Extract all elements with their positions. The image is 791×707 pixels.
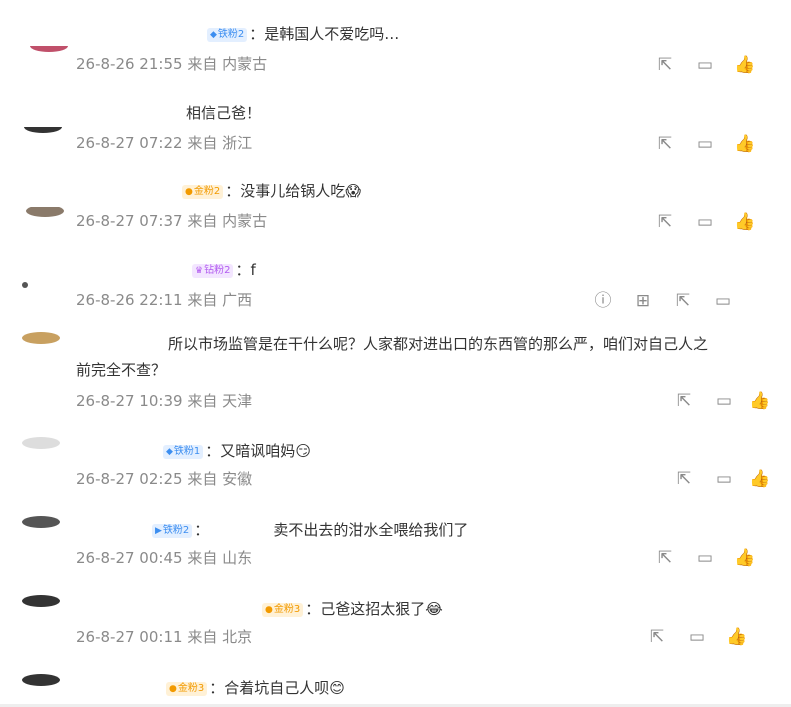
report-icon[interactable]: ⓘ [592, 290, 614, 312]
comment-time: 26-8-27 10:39 [76, 392, 183, 410]
comment-item: ◆铁粉2 ：是韩国人不爱吃吗… 26-8-26 21:55 来自 内蒙古 ⇱ ▭ … [0, 14, 791, 94]
comment-text: ：又暗讽咱妈 [205, 442, 296, 460]
comment-meta: 26-8-27 10:39 来自 天津 [76, 389, 252, 413]
like-icon[interactable]: 👍 [734, 211, 756, 233]
fan-badge[interactable]: ◆铁粉1 [163, 445, 204, 459]
avatar[interactable] [24, 127, 64, 139]
like-icon[interactable]: 👍 [734, 54, 756, 76]
comment-icon[interactable]: ▭ [713, 468, 735, 490]
comment-time: 26-8-26 22:11 [76, 291, 183, 309]
share-icon[interactable]: ⇱ [673, 390, 695, 412]
comment-meta: 26-8-27 00:45 来自 山东 [76, 546, 252, 570]
comment-source: 来自 天津 [187, 392, 253, 410]
comment-source: 来自 内蒙古 [187, 212, 268, 230]
avatar[interactable] [30, 46, 70, 58]
comment-item: ●金粉2 ：没事儿给锅人吃😱 26-8-27 07:37 来自 内蒙古 ⇱ ▭ 👍 [0, 171, 791, 251]
comment-source: 来自 北京 [187, 628, 253, 646]
comment-icon[interactable]: ▭ [694, 547, 716, 569]
comment-item: ♛钻粉2 ：f 26-8-26 22:11 来自 广西 ⓘ ⊞ ⇱ ▭ [0, 250, 791, 330]
fan-badge[interactable]: ◆铁粉2 [207, 28, 248, 42]
avatar[interactable] [26, 207, 66, 217]
fan-badge[interactable]: ♛钻粉2 [192, 264, 234, 278]
avatar[interactable] [22, 674, 62, 688]
comment-item: 所以市场监管是在干什么呢？人家都对进出口的东西管的那么严，咱们对自己人之 前完全… [0, 330, 791, 420]
comment-source: 来自 广西 [187, 291, 253, 309]
comment-source: 来自 安徽 [187, 470, 253, 488]
avatar[interactable] [22, 437, 62, 453]
like-icon[interactable]: 👍 [734, 547, 756, 569]
comment-text-continued: 前完全不查？ [76, 361, 167, 379]
comment-text-body: 卖不出去的泔水全喂给我们了 [273, 521, 469, 539]
fan-badge[interactable]: ●金粉2 [182, 185, 224, 199]
emoji: 😱 [345, 182, 361, 200]
comment-text: ：f [235, 261, 256, 279]
comment-item: ●金粉3 ：合着坑自己人呗😊 [0, 672, 791, 707]
emoji: 😏 [295, 442, 311, 460]
like-icon[interactable]: 👍 [734, 133, 756, 155]
comment-text: ：没事儿给锅人吃 [225, 182, 346, 200]
share-icon[interactable]: ⇱ [673, 468, 695, 490]
share-icon[interactable]: ⇱ [646, 626, 668, 648]
comment-meta: 26-8-26 22:11 来自 广西 [76, 288, 252, 312]
emoji: 😂 [425, 600, 443, 618]
comment-meta: 26-8-27 00:11 来自 北京 [76, 625, 252, 649]
avatar[interactable] [22, 595, 62, 611]
avatar[interactable] [22, 516, 62, 530]
comment-icon[interactable]: ▭ [694, 211, 716, 233]
comment-item: ●金粉3 ：己爸这招太狠了😂 26-8-27 00:11 来自 北京 ⇱ ▭ 👍 [0, 593, 791, 673]
comment-text: ：己爸这招太狠了 [305, 600, 426, 618]
share-icon[interactable]: ⇱ [654, 547, 676, 569]
emoji: 😊 [329, 679, 345, 697]
comment-text: ： [194, 521, 210, 539]
comment-source: 来自 浙江 [187, 134, 253, 152]
comment-source: 来自 山东 [187, 549, 253, 567]
comment-meta: 26-8-27 02:25 来自 安徽 [76, 467, 252, 491]
fan-badge[interactable]: ●金粉3 [262, 603, 304, 617]
comment-time: 26-8-27 02:25 [76, 470, 183, 488]
comment-text: 相信己爸！ [186, 104, 262, 122]
share-icon[interactable]: ⇱ [654, 54, 676, 76]
comment-text: ：是韩国人不爱吃吗… [249, 25, 400, 43]
comment-item: 相信己爸！ 26-8-27 07:22 来自 浙江 ⇱ ▭ 👍 [0, 93, 791, 173]
comment-icon[interactable]: ▭ [694, 133, 716, 155]
like-icon[interactable]: 👍 [749, 468, 771, 490]
comment-text: ：合着坑自己人呗 [209, 679, 330, 697]
comment-source: 来自 内蒙古 [187, 55, 268, 73]
share-icon[interactable]: ⇱ [654, 133, 676, 155]
comment-time: 26-8-27 00:45 [76, 549, 183, 567]
comment-time: 26-8-26 21:55 [76, 55, 183, 73]
comment-meta: 26-8-27 07:37 来自 内蒙古 [76, 209, 267, 233]
translate-icon[interactable]: ⊞ [632, 290, 654, 312]
like-icon[interactable]: 👍 [726, 626, 748, 648]
comment-time: 26-8-27 00:11 [76, 628, 183, 646]
fan-badge[interactable]: ●金粉3 [166, 682, 208, 696]
comment-time: 26-8-27 07:22 [76, 134, 183, 152]
avatar[interactable] [22, 332, 62, 346]
comment-text: 所以市场监管是在干什么呢？人家都对进出口的东西管的那么严，咱们对自己人之 [168, 335, 709, 353]
fan-badge[interactable]: ▶铁粉2 [152, 524, 193, 538]
comment-meta: 26-8-27 07:22 来自 浙江 [76, 131, 252, 155]
comment-item: ◆铁粉1 ：又暗讽咱妈😏 26-8-27 02:25 来自 安徽 ⇱ ▭ 👍 [0, 435, 791, 515]
like-icon[interactable]: 👍 [749, 390, 771, 412]
comment-item: ▶铁粉2： 卖不出去的泔水全喂给我们了 26-8-27 00:45 来自 山东 ⇱… [0, 514, 791, 594]
comment-meta: 26-8-26 21:55 来自 内蒙古 [76, 52, 267, 76]
comment-icon[interactable]: ▭ [713, 390, 735, 412]
comment-time: 26-8-27 07:37 [76, 212, 183, 230]
comment-icon[interactable]: ▭ [686, 626, 708, 648]
comment-icon[interactable]: ▭ [694, 54, 716, 76]
share-icon[interactable]: ⇱ [654, 211, 676, 233]
comment-icon[interactable]: ▭ [712, 290, 734, 312]
avatar[interactable] [22, 282, 62, 288]
share-icon[interactable]: ⇱ [672, 290, 694, 312]
